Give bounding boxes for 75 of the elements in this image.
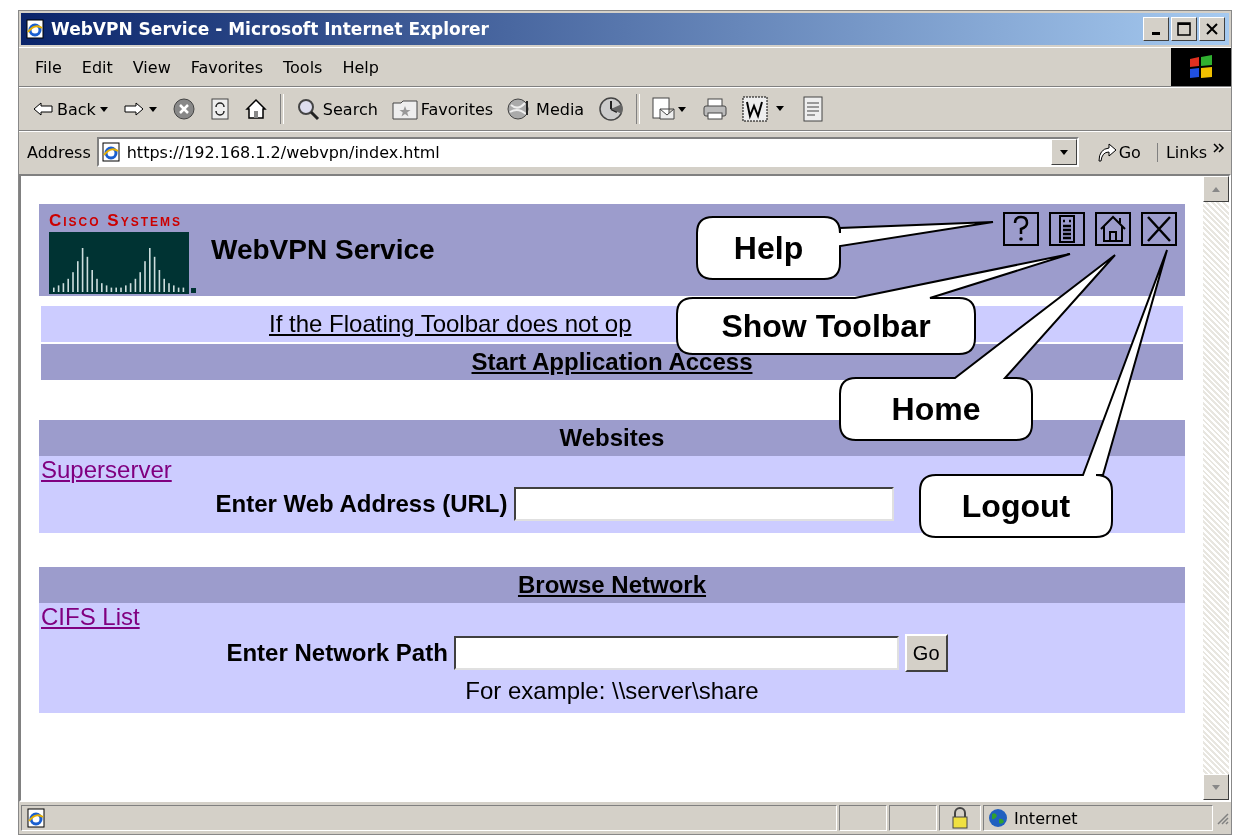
address-field[interactable]: https://192.168.1.2/webvpn/index.html xyxy=(96,137,1079,167)
text-field[interactable] xyxy=(453,636,899,670)
bookmark-link[interactable]: Superserver xyxy=(39,456,172,484)
menu-item[interactable]: Edit xyxy=(71,57,123,77)
chevron-icon xyxy=(1213,142,1225,153)
close-icon xyxy=(1145,214,1173,244)
home-icon xyxy=(243,97,268,121)
menu-item[interactable]: Tools xyxy=(273,57,333,77)
dropdown-caret-icon xyxy=(1058,148,1069,156)
maximize-icon xyxy=(1177,22,1191,36)
minimize-button[interactable] xyxy=(1143,17,1169,41)
menu-item[interactable]: File xyxy=(25,57,72,77)
scroll-up-icon xyxy=(1211,185,1221,193)
bookmark-link[interactable]: CIFS List xyxy=(39,603,140,631)
refresh-icon xyxy=(209,97,230,121)
section-heading: Websites xyxy=(559,424,665,452)
home-button[interactable] xyxy=(1095,212,1131,246)
status-pane xyxy=(889,805,937,831)
address-label: Address xyxy=(27,142,91,162)
toolbar-notice-link[interactable]: If the Floating Toolbar does not op xyxy=(269,310,632,338)
page-title: WebVPN Service xyxy=(211,234,435,266)
menu-item[interactable]: Help xyxy=(332,57,389,77)
page-icon xyxy=(100,142,121,162)
maximize-button[interactable] xyxy=(1171,17,1197,41)
go-button[interactable]: Go xyxy=(1084,141,1151,163)
windows-flag-icon xyxy=(1187,54,1215,80)
text-field[interactable] xyxy=(513,487,894,521)
forward-arrow-icon xyxy=(122,100,145,118)
resize-grip-icon xyxy=(1215,811,1229,825)
status-pane xyxy=(839,805,887,831)
magnifier-icon xyxy=(295,97,320,121)
back-arrow-icon xyxy=(32,100,54,118)
browser-icon xyxy=(25,19,45,39)
links-button[interactable]: Links xyxy=(1156,142,1231,162)
callout-label: Logout xyxy=(961,488,1071,524)
close-button[interactable] xyxy=(1199,17,1225,41)
dropdown-button[interactable] xyxy=(1050,139,1077,165)
search-button[interactable]: Search xyxy=(290,95,383,123)
field-label: Enter Web Address (URL) xyxy=(215,490,508,518)
window-title: WebVPN Service - Microsoft Internet Explorer xyxy=(51,19,490,39)
callout-label: Show Toolbar xyxy=(721,308,931,344)
media-button[interactable]: Media xyxy=(502,95,590,123)
dropdown-caret-icon xyxy=(147,105,158,113)
scroll-down-icon xyxy=(1211,783,1221,791)
mail-icon xyxy=(652,97,689,121)
help-button[interactable] xyxy=(1003,212,1039,246)
back-button[interactable]: Back xyxy=(27,97,114,121)
folder-star-icon xyxy=(391,98,418,120)
section-heading-link[interactable]: Browse Network xyxy=(517,571,707,599)
favorites-button[interactable]: Favorites xyxy=(386,96,499,122)
close-icon xyxy=(1205,22,1219,36)
scrollbar[interactable] xyxy=(1203,176,1229,800)
menu-item[interactable]: View xyxy=(122,57,181,77)
page-icon xyxy=(26,808,46,828)
home-icon xyxy=(1099,214,1127,244)
logout-button[interactable] xyxy=(1141,212,1177,246)
globe-icon xyxy=(988,808,1008,828)
printer-icon xyxy=(702,97,729,121)
app-access-link[interactable]: Start Application Access xyxy=(471,348,753,376)
bridge-logo-icon xyxy=(49,232,197,294)
go-button[interactable]: Go xyxy=(904,634,948,672)
zone-label: Internet xyxy=(1014,808,1078,828)
discuss-page-icon xyxy=(802,96,825,122)
dropdown-caret-icon xyxy=(98,105,109,113)
example-hint: For example: \\server\share xyxy=(464,676,760,706)
padlock-icon xyxy=(951,807,969,829)
brand-name: Cisco Systems xyxy=(49,212,184,230)
minimize-icon xyxy=(1152,32,1160,35)
field-label: Enter Network Path xyxy=(226,639,448,667)
toolbar-button[interactable] xyxy=(1049,212,1085,246)
stop-icon xyxy=(171,97,196,121)
clock-icon xyxy=(598,96,625,122)
menu-item[interactable]: Favorites xyxy=(180,57,273,77)
callout-label: Home xyxy=(891,391,981,427)
callout-label: Help xyxy=(733,230,804,266)
